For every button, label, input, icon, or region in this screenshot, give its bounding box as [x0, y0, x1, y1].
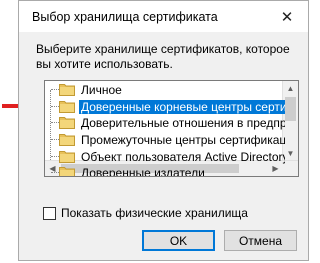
prompt-text: Выберите хранилище сертификатов, которое…: [36, 42, 290, 71]
store-tree-item-label: Промежуточные центры сертификации: [81, 132, 285, 147]
folder-icon: [59, 84, 75, 96]
folder-icon: [59, 101, 75, 113]
store-tree-item[interactable]: Доверительные отношения в предприя: [45, 114, 285, 131]
close-icon[interactable]: ✕: [266, 1, 308, 32]
store-tree-item-label: Доверенные издатели: [81, 165, 205, 177]
folder-icon: [59, 151, 75, 163]
store-tree-view[interactable]: ▲ ▼ ◀ ▶ Личное Доверенные корневые центры…: [44, 80, 299, 177]
store-tree-item[interactable]: Доверенные издатели: [45, 164, 285, 177]
certificate-store-dialog: Выбор хранилища сертификата ✕ Выберите х…: [18, 0, 309, 261]
tree-branch-line: [51, 156, 59, 157]
store-tree-item-label: Доверительные отношения в предприя: [81, 115, 285, 130]
store-tree-item-label: Личное: [81, 82, 122, 97]
show-physical-stores-label: Показать физические хранилища: [61, 206, 248, 220]
tree-branch-line: [51, 106, 59, 107]
store-tree-item[interactable]: Личное: [45, 81, 285, 98]
tree-branch-line: [51, 172, 59, 173]
ok-button[interactable]: OK: [142, 230, 215, 251]
tree-branch-line: [51, 139, 59, 140]
folder-icon: [59, 134, 75, 146]
tree-branch-line: [51, 89, 59, 90]
show-physical-stores-checkbox[interactable]: [43, 206, 56, 220]
scroll-up-icon[interactable]: ▲: [283, 81, 298, 96]
scroll-down-icon[interactable]: ▼: [283, 146, 298, 161]
folder-icon: [59, 117, 75, 129]
cancel-button[interactable]: Отмена: [224, 230, 297, 251]
store-tree-item[interactable]: Доверенные корневые центры сертифи: [45, 98, 285, 115]
vertical-scroll-thumb[interactable]: [285, 97, 296, 121]
title-bar: Выбор хранилища сертификата ✕: [19, 1, 308, 32]
store-tree-item-label: Доверенные корневые центры сертифи: [79, 99, 285, 114]
store-tree-item[interactable]: Промежуточные центры сертификации: [45, 131, 285, 148]
dialog-title: Выбор хранилища сертификата: [32, 10, 218, 24]
folder-icon: [59, 167, 75, 176]
show-physical-stores-option[interactable]: Показать физические хранилища: [43, 206, 248, 220]
store-tree-item[interactable]: Объект пользователя Active Directory: [45, 148, 285, 165]
tree-branch-line: [51, 122, 59, 123]
store-tree-item-label: Объект пользователя Active Directory: [81, 149, 285, 164]
